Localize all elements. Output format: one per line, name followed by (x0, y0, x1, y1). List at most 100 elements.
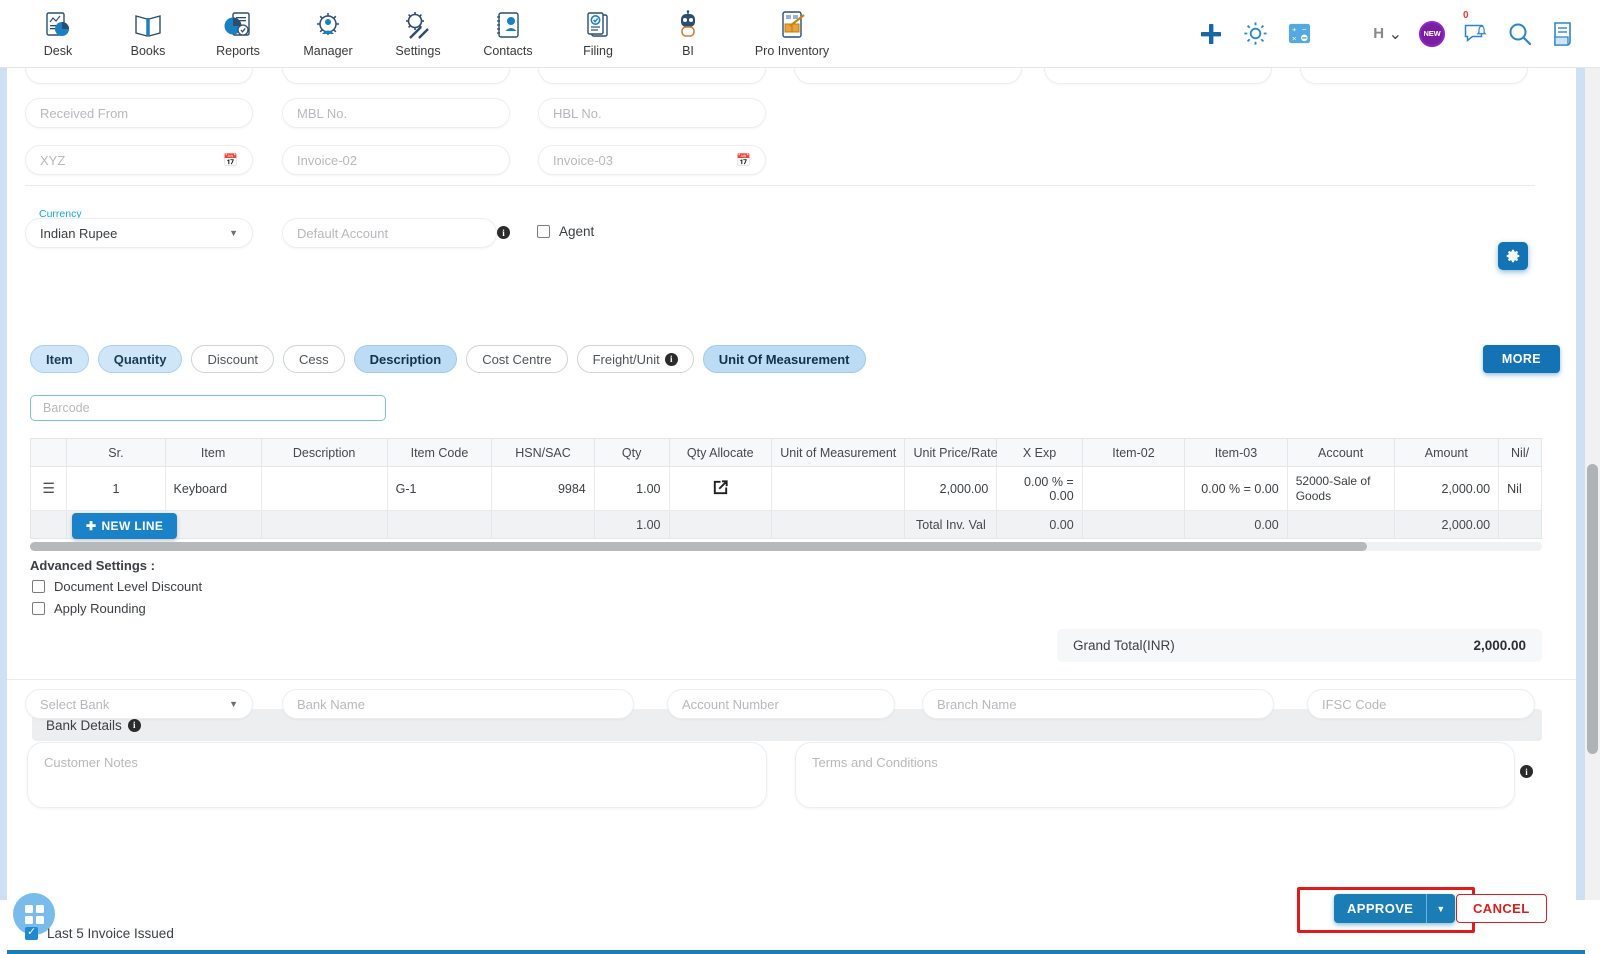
cell-account[interactable]: 52000-Sale of Goods (1286, 466, 1395, 511)
more-button[interactable]: MORE (1482, 345, 1560, 373)
nav-item-reports[interactable]: Reports (202, 9, 274, 58)
cell-description[interactable] (260, 466, 388, 511)
invoice-02-input[interactable]: Invoice-02 (282, 145, 510, 175)
advanced-option-apply-rounding[interactable]: Apply Rounding (32, 601, 146, 616)
cutoff-field-4[interactable] (794, 68, 1022, 84)
document-level-discount-checkbox[interactable] (32, 580, 45, 593)
approve-dropdown-caret-icon[interactable]: ▼ (1427, 904, 1454, 914)
chevron-down-icon[interactable]: ⌄ (1387, 24, 1410, 44)
barcode-input[interactable]: Barcode (30, 395, 386, 421)
chip-item[interactable]: Item (30, 345, 89, 373)
user-initial[interactable]: H (1373, 25, 1386, 42)
th-item-code[interactable]: Item Code (386, 438, 493, 467)
nav-item-bi[interactable]: BI (652, 9, 724, 58)
new-badge-icon[interactable]: NEW (1410, 12, 1454, 56)
cell-nil[interactable]: Nil (1498, 466, 1542, 511)
th-amount[interactable]: Amount (1393, 438, 1500, 467)
cell-unit-of-measurement[interactable] (770, 466, 906, 511)
chip-discount[interactable]: Discount (191, 345, 275, 373)
th-hsn-sac[interactable]: HSN/SAC (491, 438, 595, 467)
row-drag-handle[interactable]: ☰ (29, 466, 68, 511)
calculator-icon[interactable]: + − × (1277, 12, 1321, 56)
bank-name-input[interactable]: Bank Name (282, 689, 634, 719)
chip-description[interactable]: Description (353, 345, 458, 373)
mbl-no-input[interactable]: MBL No. (282, 98, 510, 128)
cell-item[interactable]: Keyboard (164, 466, 262, 511)
th-item-02[interactable]: Item-02 (1081, 438, 1186, 467)
calendar-icon[interactable]: 📅 (223, 153, 238, 167)
terms-and-conditions-textarea[interactable]: Terms and Conditions (795, 742, 1515, 808)
account-number-input[interactable]: Account Number (667, 689, 895, 719)
table-row[interactable]: ☰ 1 Keyboard G-1 9984 1.00 2,000.00 0.00… (29, 466, 1542, 511)
approve-button[interactable]: APPROVE ▼ (1334, 894, 1455, 923)
cell-qty[interactable]: 1.00 (593, 466, 670, 511)
freight-unit-info-icon[interactable]: i (664, 352, 678, 366)
page-vertical-scrollbar[interactable] (1585, 68, 1600, 900)
th-nil[interactable]: Nil/ (1498, 438, 1542, 467)
terms-info-icon[interactable]: i (1520, 765, 1533, 778)
th-x-exp[interactable]: X Exp (996, 438, 1083, 467)
plus-icon[interactable] (1189, 12, 1233, 56)
cutoff-field-3[interactable] (538, 68, 766, 84)
th-item-03[interactable]: Item-03 (1184, 438, 1288, 467)
th-item[interactable]: Item (164, 438, 262, 467)
agent-checkbox-row[interactable]: Agent (537, 224, 594, 239)
th-sr[interactable]: Sr. (66, 438, 166, 467)
last-5-invoice-row[interactable]: Last 5 Invoice Issued (25, 925, 174, 941)
advanced-option-document-level-discount[interactable]: Document Level Discount (32, 579, 202, 594)
apply-rounding-checkbox[interactable] (32, 602, 45, 615)
search-icon[interactable] (1498, 12, 1542, 56)
cutoff-field-5[interactable] (1044, 68, 1272, 84)
cell-unit-price-rate[interactable]: 2,000.00 (904, 466, 998, 511)
new-line-button[interactable]: ✚ NEW LINE (72, 513, 178, 539)
cell-item-code[interactable]: G-1 (386, 466, 493, 511)
th-unit-price-rate[interactable]: Unit Price/Rate (904, 438, 998, 467)
currency-select[interactable]: Indian Rupee ▼ (25, 218, 253, 248)
cutoff-field-1[interactable] (25, 68, 253, 84)
chip-quantity[interactable]: Quantity (97, 345, 183, 373)
calendar-icon[interactable]: 📅 (736, 153, 751, 167)
th-unit-of-measurement[interactable]: Unit of Measurement (770, 438, 906, 467)
notes-document-icon[interactable] (1542, 12, 1586, 56)
last-5-invoice-checkbox[interactable] (25, 925, 38, 940)
nav-item-desk[interactable]: Desk (22, 9, 94, 58)
nav-item-filing[interactable]: Filing (562, 9, 634, 58)
default-account-info-icon[interactable]: i (497, 226, 510, 239)
received-from-input[interactable]: Received From (25, 98, 253, 128)
default-account-input[interactable]: Default Account (282, 218, 497, 248)
cutoff-field-6[interactable] (1300, 68, 1528, 84)
bank-details-info-icon[interactable]: i (127, 718, 141, 732)
select-bank-dropdown[interactable]: Select Bank ▼ (25, 689, 253, 719)
th-qty[interactable]: Qty (593, 438, 670, 467)
cell-x-exp[interactable]: 0.00 % = 0.00 (996, 466, 1083, 511)
xyz-date-input[interactable]: XYZ 📅 (25, 145, 253, 175)
chip-freight-unit[interactable]: Freight/Unit i (576, 345, 694, 373)
nav-item-manager[interactable]: Manager (292, 9, 364, 58)
chip-cess[interactable]: Cess (283, 345, 345, 373)
chat-bell-icon[interactable]: 0 (1454, 10, 1498, 56)
ifsc-code-input[interactable]: IFSC Code (1307, 689, 1535, 719)
branch-name-input[interactable]: Branch Name (922, 689, 1274, 719)
invoice-03-input[interactable]: Invoice-03 📅 (538, 145, 766, 175)
th-description[interactable]: Description (260, 438, 388, 467)
cancel-button[interactable]: CANCEL (1456, 894, 1547, 923)
table-settings-gear-button[interactable] (1498, 242, 1528, 270)
gear-icon[interactable] (1233, 12, 1277, 56)
table-horizontal-scrollbar[interactable] (30, 542, 1542, 551)
cell-item-03[interactable]: 0.00 % = 0.00 (1184, 466, 1288, 511)
customer-notes-textarea[interactable]: Customer Notes (27, 742, 767, 808)
scrollbar-thumb[interactable] (30, 542, 1367, 551)
cell-item-02[interactable] (1081, 466, 1186, 511)
cell-hsn-sac[interactable]: 9984 (491, 466, 595, 511)
chip-unit-of-measurement[interactable]: Unit Of Measurement (702, 345, 866, 373)
scrollbar-thumb[interactable] (1587, 464, 1598, 754)
agent-checkbox[interactable] (537, 225, 550, 238)
cutoff-field-2[interactable] (282, 68, 510, 84)
nav-item-contacts[interactable]: Contacts (472, 9, 544, 58)
hbl-no-input[interactable]: HBL No. (538, 98, 766, 128)
chip-cost-centre[interactable]: Cost Centre (466, 345, 568, 373)
nav-item-books[interactable]: Books (112, 9, 184, 58)
nav-item-settings[interactable]: Settings (382, 9, 454, 58)
cell-qty-allocate[interactable] (668, 466, 772, 511)
th-qty-allocate[interactable]: Qty Allocate (668, 438, 772, 467)
